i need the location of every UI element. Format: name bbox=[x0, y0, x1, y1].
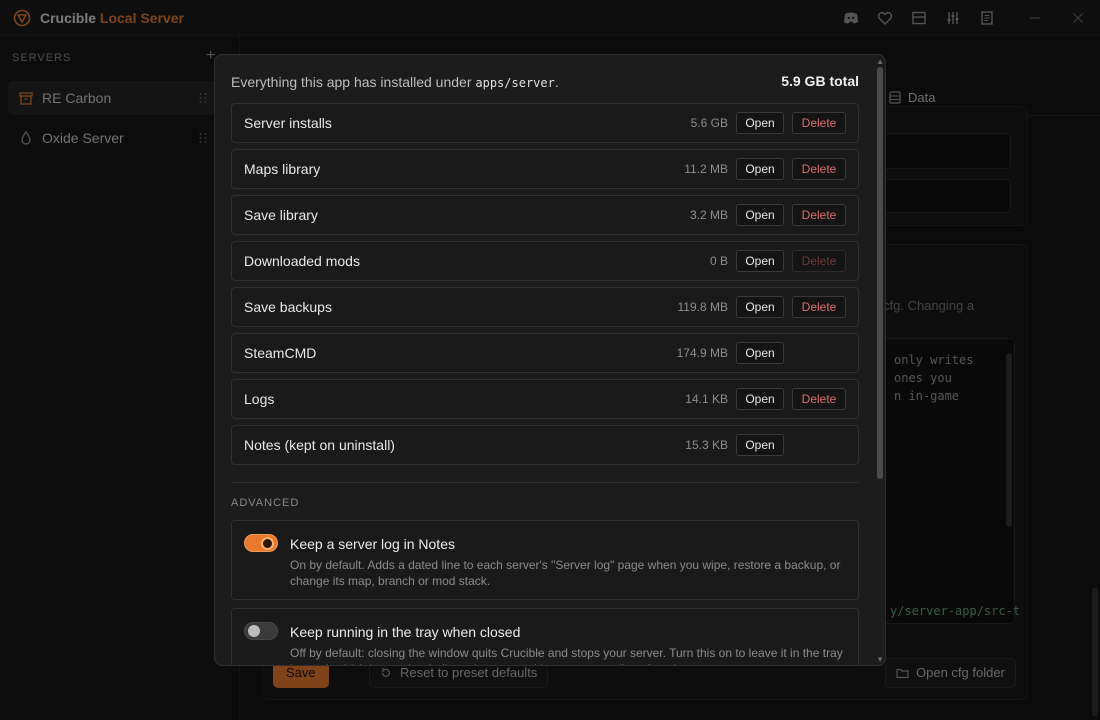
summary-path: apps/server bbox=[475, 76, 555, 90]
delete-button[interactable]: Delete bbox=[792, 204, 846, 226]
setting-title: Keep a server log in Notes bbox=[290, 536, 455, 552]
storage-row-size: 15.3 KB bbox=[685, 438, 728, 452]
storage-row-name: Server installs bbox=[244, 115, 332, 131]
storage-row-name: SteamCMD bbox=[244, 345, 317, 361]
storage-row: Logs 14.1 KB Open Delete bbox=[231, 379, 859, 419]
storage-row: SteamCMD 174.9 MB Open bbox=[231, 333, 859, 373]
modal-scrollbar[interactable] bbox=[877, 67, 883, 479]
toggle-knob bbox=[248, 625, 260, 637]
scroll-up-icon[interactable]: ▲ bbox=[876, 57, 884, 66]
tray-toggle[interactable] bbox=[244, 622, 278, 640]
delete-button-disabled: Delete bbox=[792, 250, 846, 272]
scroll-down-icon[interactable]: ▼ bbox=[876, 655, 884, 664]
setting-description: Off by default: closing the window quits… bbox=[290, 646, 843, 665]
summary-suffix: . bbox=[554, 74, 559, 90]
storage-row-size: 14.1 KB bbox=[685, 392, 728, 406]
storage-row: Save backups 119.8 MB Open Delete bbox=[231, 287, 859, 327]
delete-button[interactable]: Delete bbox=[792, 112, 846, 134]
storage-row-name: Notes (kept on uninstall) bbox=[244, 437, 395, 453]
open-button[interactable]: Open bbox=[736, 112, 784, 134]
storage-row-size: 11.2 MB bbox=[684, 162, 728, 176]
storage-modal: Everything this app has installed under … bbox=[214, 54, 886, 666]
storage-row-size: 3.2 MB bbox=[689, 208, 728, 222]
storage-row: Notes (kept on uninstall) 15.3 KB Open bbox=[231, 425, 859, 465]
storage-row: Downloaded mods 0 B Open Delete bbox=[231, 241, 859, 281]
storage-row-name: Logs bbox=[244, 391, 275, 407]
storage-row: Maps library 11.2 MB Open Delete bbox=[231, 149, 859, 189]
storage-row-size: 119.8 MB bbox=[677, 300, 728, 314]
setting-description: On by default. Adds a dated line to each… bbox=[290, 558, 841, 588]
open-button[interactable]: Open bbox=[736, 388, 784, 410]
open-button[interactable]: Open bbox=[736, 296, 784, 318]
toggle-knob bbox=[261, 536, 274, 550]
delete-button[interactable]: Delete bbox=[792, 296, 846, 318]
open-button[interactable]: Open bbox=[736, 158, 784, 180]
delete-button[interactable]: Delete bbox=[792, 388, 846, 410]
open-button[interactable]: Open bbox=[736, 434, 784, 456]
storage-row-name: Save backups bbox=[244, 299, 332, 315]
storage-row: Save library 3.2 MB Open Delete bbox=[231, 195, 859, 235]
setting-tray: Keep running in the tray when closed Off… bbox=[231, 608, 859, 665]
storage-summary: Everything this app has installed under … bbox=[231, 74, 559, 90]
open-button[interactable]: Open bbox=[736, 342, 784, 364]
section-divider bbox=[231, 482, 859, 483]
server-log-toggle[interactable] bbox=[244, 534, 278, 552]
storage-row-name: Maps library bbox=[244, 161, 321, 177]
setting-server-log: Keep a server log in Notes On by default… bbox=[231, 520, 859, 600]
storage-total: 5.9 GB total bbox=[781, 73, 859, 89]
advanced-heading: ADVANCED bbox=[231, 497, 300, 509]
storage-row-size: 0 B bbox=[709, 254, 728, 268]
storage-row-name: Save library bbox=[244, 207, 318, 223]
storage-row-name: Downloaded mods bbox=[244, 253, 360, 269]
open-button[interactable]: Open bbox=[736, 204, 784, 226]
storage-row: Server installs 5.6 GB Open Delete bbox=[231, 103, 859, 143]
storage-row-size: 5.6 GB bbox=[690, 116, 728, 130]
storage-row-size: 174.9 MB bbox=[676, 346, 728, 360]
summary-prefix: Everything this app has installed under bbox=[231, 74, 476, 90]
delete-button[interactable]: Delete bbox=[792, 158, 846, 180]
open-button[interactable]: Open bbox=[736, 250, 784, 272]
setting-title: Keep running in the tray when closed bbox=[290, 624, 521, 640]
